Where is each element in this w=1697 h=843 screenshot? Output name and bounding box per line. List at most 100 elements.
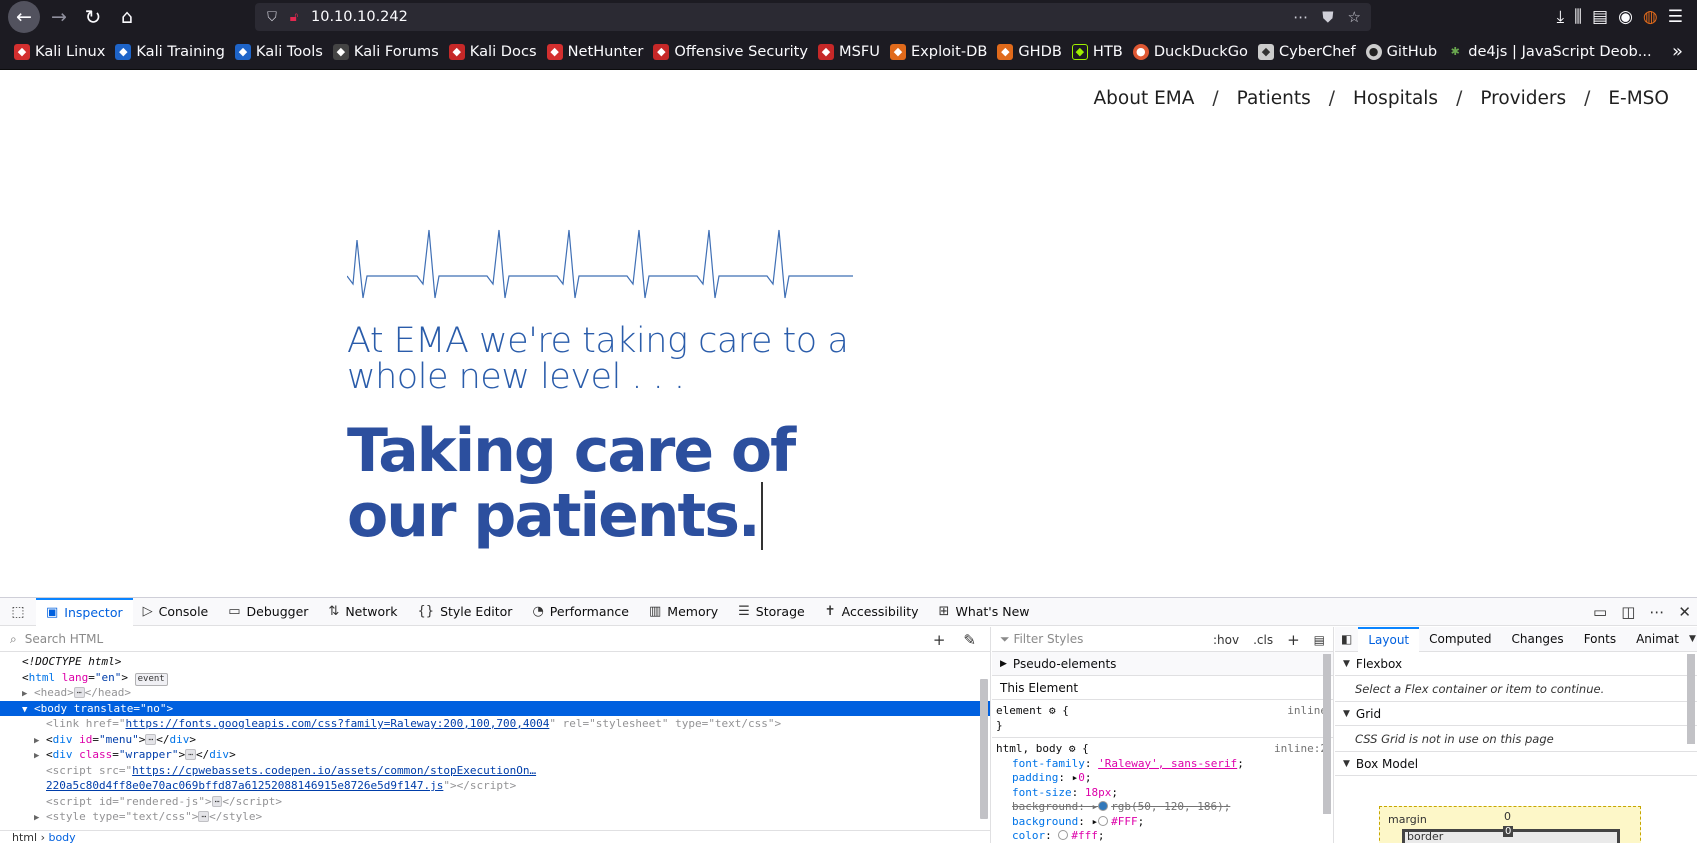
margin-value[interactable]: 0: [1504, 810, 1511, 823]
bookmark-kali-forums[interactable]: ◆ Kali Forums: [332, 43, 439, 60]
css-property-overridden[interactable]: background: ▸ rgb(50, 120, 186);: [996, 800, 1327, 815]
element-picker-icon[interactable]: ⬚: [0, 604, 36, 620]
tab-performance[interactable]: ◔ Performance: [522, 598, 639, 626]
tab-accessibility[interactable]: ✝ Accessibility: [815, 598, 929, 626]
print-media-icon[interactable]: ▤: [1314, 633, 1325, 647]
tree-node-script-codepen[interactable]: <script src="https://cpwebassets.codepen…: [0, 763, 990, 779]
color-swatch[interactable]: [1098, 801, 1109, 811]
pocket-icon[interactable]: ⛊: [1322, 8, 1333, 26]
account-icon[interactable]: ◉: [1618, 7, 1633, 27]
bookmark-kali-training[interactable]: ◆ Kali Training: [115, 43, 225, 60]
page-actions-icon[interactable]: ⋯: [1293, 8, 1308, 26]
forward-button[interactable]: →: [44, 2, 74, 32]
bookmark-kali-tools[interactable]: ◆ Kali Tools: [234, 43, 323, 60]
rules-scrollbar[interactable]: [1323, 654, 1331, 814]
tree-node-style[interactable]: ▶ <style type="text/css"> ⋯ </style>: [0, 809, 990, 825]
tab-changes[interactable]: Changes: [1501, 627, 1573, 652]
bookmarks-overflow-icon[interactable]: »: [1672, 41, 1683, 62]
menu-item-providers[interactable]: Providers: [1480, 88, 1566, 109]
menu-hamburger-icon[interactable]: ☰: [1668, 7, 1683, 27]
tab-computed[interactable]: Computed: [1419, 627, 1501, 652]
bookmark-de4js[interactable]: ✱ de4js | JavaScript Deob...: [1447, 43, 1652, 60]
css-property[interactable]: font-size: 18px;: [996, 786, 1327, 801]
sidebar-icon[interactable]: ▤: [1592, 7, 1608, 27]
downloads-icon[interactable]: ⤓: [1557, 7, 1565, 27]
tree-node-div-wrapper[interactable]: ▶ <div class="wrapper"> ⋯ </div>: [0, 747, 990, 763]
search-html-input[interactable]: Search HTML: [25, 632, 103, 646]
add-node-icon[interactable]: +: [933, 631, 946, 649]
bookmark-msfu[interactable]: ◆ MSFU: [818, 43, 880, 60]
bookmark-exploit-db[interactable]: ◆ Exploit-DB: [889, 43, 987, 60]
shield-icon[interactable]: ⛉: [261, 10, 283, 25]
home-button[interactable]: ⌂: [112, 2, 142, 32]
box-model-section[interactable]: ▼ Box Model: [1335, 752, 1697, 776]
pseudo-elements-section[interactable]: ▶ Pseudo-elements: [992, 652, 1333, 676]
bookmark-cyberchef[interactable]: ◆ CyberChef: [1257, 43, 1356, 60]
gear-icon[interactable]: ⚙: [1049, 704, 1056, 717]
reload-button[interactable]: ↻: [78, 2, 108, 32]
css-property[interactable]: padding: ▸0;: [996, 771, 1327, 786]
bookmark-star-icon[interactable]: ☆: [1348, 8, 1361, 26]
element-rule[interactable]: element ⚙ { inline }: [992, 700, 1333, 738]
menu-item-patients[interactable]: Patients: [1237, 88, 1311, 109]
tab-network[interactable]: ⇅ Network: [318, 598, 407, 626]
eyedropper-icon[interactable]: ✎: [963, 631, 976, 649]
bookmark-htb[interactable]: ◆ HTB: [1071, 43, 1123, 60]
border-value[interactable]: 0: [1503, 826, 1514, 837]
color-swatch[interactable]: [1058, 830, 1069, 840]
color-swatch[interactable]: [1098, 815, 1109, 826]
tab-debugger[interactable]: ▭ Debugger: [218, 598, 318, 626]
bookmark-kali-docs[interactable]: ◆ Kali Docs: [448, 43, 537, 60]
toggle-sidebar-icon[interactable]: ◧: [1335, 632, 1358, 646]
tabs-overflow-icon[interactable]: ▼: [1689, 634, 1696, 644]
menu-item-emso[interactable]: E-MSO: [1608, 88, 1669, 109]
event-badge[interactable]: event: [134, 672, 168, 686]
flexbox-section[interactable]: ▼ Flexbox: [1335, 652, 1697, 676]
extension-icon[interactable]: ◍: [1643, 7, 1658, 27]
breadcrumb-body[interactable]: body: [48, 831, 75, 843]
url-bar[interactable]: ⛉ 🔓︎ 10.10.10.242 ⋯ ⛊ ☆: [255, 3, 1371, 31]
gear-icon[interactable]: ⚙: [1069, 742, 1076, 755]
bookmark-github[interactable]: ● GitHub: [1365, 43, 1437, 60]
tab-inspector[interactable]: ▣ Inspector: [36, 597, 133, 626]
bookmark-nethunter[interactable]: ◆ NetHunter: [546, 43, 643, 60]
tree-node-body-selected[interactable]: ▼ <body translate="no">: [0, 700, 990, 716]
tree-node-script-codepen-cont[interactable]: 220a5c80d4ff8e0e70ac069bffd87a6125208814…: [0, 778, 990, 794]
link-href[interactable]: https://fonts.googleapis.com/css?family=…: [125, 717, 549, 730]
tab-fonts[interactable]: Fonts: [1574, 627, 1626, 652]
tab-storage[interactable]: ☰ Storage: [728, 598, 815, 626]
bookmark-offensive-security[interactable]: ◆ Offensive Security: [653, 43, 808, 60]
responsive-design-icon[interactable]: ▭: [1593, 603, 1607, 621]
tree-node-html[interactable]: <html lang="en"> event: [0, 670, 990, 686]
expand-arrow-icon[interactable]: ▶: [34, 811, 46, 827]
tab-memory[interactable]: ▥ Memory: [639, 598, 728, 626]
grid-section[interactable]: ▼ Grid: [1335, 702, 1697, 726]
tab-layout[interactable]: Layout: [1358, 626, 1420, 652]
menu-item-about[interactable]: About EMA: [1094, 88, 1195, 109]
css-property[interactable]: background: ▸ #FFF;: [996, 815, 1327, 830]
bookmark-duckduckgo[interactable]: ● DuckDuckGo: [1132, 43, 1248, 60]
dock-side-icon[interactable]: ◫: [1621, 603, 1635, 621]
tab-console[interactable]: ▷ Console: [133, 598, 219, 626]
tree-node-doctype[interactable]: <!DOCTYPE html>: [0, 654, 990, 670]
devtools-options-icon[interactable]: ⋯: [1649, 603, 1664, 621]
tab-style-editor[interactable]: {} Style Editor: [408, 598, 523, 626]
tree-node-link[interactable]: <link href="https://fonts.googleapis.com…: [0, 716, 990, 732]
tree-node-head[interactable]: ▶ <head> ⋯ </head>: [0, 685, 990, 701]
menu-item-hospitals[interactable]: Hospitals: [1353, 88, 1438, 109]
hov-toggle[interactable]: :hov: [1213, 633, 1239, 647]
tab-animations[interactable]: Animat: [1626, 627, 1689, 652]
tab-whats-new[interactable]: ⊞ What's New: [929, 598, 1040, 626]
cls-toggle[interactable]: .cls: [1253, 633, 1273, 647]
markup-scrollbar[interactable]: [980, 679, 988, 819]
library-icon[interactable]: ⫼: [1574, 7, 1582, 27]
breadcrumb-html[interactable]: html: [12, 831, 37, 843]
url-text[interactable]: 10.10.10.242: [311, 9, 408, 25]
tree-node-div-menu[interactable]: ▶ <div id="menu"> ⋯ </div>: [0, 732, 990, 748]
back-button[interactable]: ←: [8, 1, 40, 33]
insecure-lock-icon[interactable]: 🔓︎: [283, 10, 305, 25]
layout-scrollbar[interactable]: [1687, 654, 1695, 744]
html-body-rule[interactable]: html, body ⚙ { inline:2 font-family: 'Ra…: [992, 738, 1333, 843]
close-icon[interactable]: ✕: [1678, 603, 1691, 621]
tree-node-script-rendered[interactable]: <script id="rendered-js"> ⋯ </script>: [0, 794, 990, 810]
